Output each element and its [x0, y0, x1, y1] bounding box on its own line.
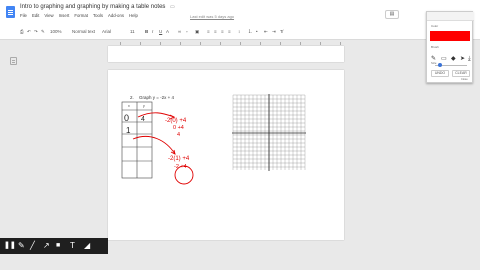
hw-row1-x: 0: [124, 113, 129, 123]
hw-work2-line1: -2(1) +4: [168, 156, 190, 162]
color-swatch-red[interactable]: [430, 31, 470, 41]
text-icon[interactable]: T: [70, 241, 75, 251]
link-icon[interactable]: ∞: [178, 29, 181, 34]
hw-row1-y: 4: [141, 116, 145, 123]
last-edit-link[interactable]: Last edit was 5 days ago: [190, 14, 234, 19]
increase-indent-icon[interactable]: ⇥: [272, 29, 276, 35]
document-title[interactable]: Intro to graphing and graphing by making…: [20, 4, 165, 10]
menu-view[interactable]: View: [44, 13, 53, 21]
annotation-panel-header[interactable]: [427, 12, 474, 21]
paint-format-icon[interactable]: ✎: [41, 29, 45, 35]
formatting-toolbar: ⎙ ↶ ↷ ✎ 100% Normal text Arial 11 B I U …: [0, 26, 480, 38]
pen-icon[interactable]: ✎: [18, 241, 25, 251]
print-icon[interactable]: ⎙: [20, 29, 24, 34]
pause-icon[interactable]: ❚❚: [4, 241, 16, 251]
eraser-tool-icon[interactable]: ◆: [451, 56, 456, 62]
page-drawing: 0 4 1 -2(0) +4 0 +4 4 -2(1) +4 -2 +4: [121, 94, 306, 185]
hw-work1-line1: -2(0) +4: [165, 118, 187, 124]
bold-icon[interactable]: B: [145, 29, 148, 34]
menu-format[interactable]: Format: [74, 13, 88, 21]
redo-icon[interactable]: ↷: [34, 29, 38, 35]
hw-work2-line2: -2 +4: [174, 164, 187, 170]
color-label: Color: [431, 24, 439, 28]
zoom-select[interactable]: 100%: [50, 29, 62, 34]
clear-button[interactable]: CLEAR: [452, 70, 470, 77]
eraser-icon[interactable]: ◢: [84, 241, 90, 251]
font-select[interactable]: Arial: [102, 29, 111, 34]
highlighter-icon[interactable]: ▭: [441, 56, 447, 62]
hw-work1-line3: 4: [177, 132, 180, 138]
menu-tools[interactable]: Tools: [93, 13, 103, 21]
line-icon[interactable]: ╱: [30, 241, 35, 251]
handwritten-work: 0 4 1 -2(0) +4 0 +4 4 -2(1) +4 -2 +4: [124, 113, 190, 170]
annotation-toolbar: ❚❚ ✎ ╱ ↗ ■ T ◢: [0, 238, 108, 254]
underline-icon[interactable]: U: [159, 29, 162, 34]
screen: Intro to graphing and graphing by making…: [0, 0, 480, 270]
previous-page: [108, 46, 344, 62]
hw-work1-line2: 0 +4: [173, 125, 184, 131]
align-justify-icon[interactable]: ≡: [228, 29, 231, 34]
download-icon[interactable]: ⤓: [468, 56, 471, 62]
document-outline-icon[interactable]: [10, 57, 17, 65]
arrow-icon[interactable]: ↗: [43, 241, 50, 251]
menu-bar: File Edit View Insert Format Tools Add-o…: [20, 13, 138, 21]
close-link[interactable]: Close: [461, 78, 468, 81]
hw-row2-x: 1: [126, 126, 131, 135]
undo-button[interactable]: UNDO: [431, 70, 449, 77]
align-left-icon[interactable]: ≡: [207, 29, 210, 34]
image-icon[interactable]: ▣: [195, 29, 199, 35]
camera-icon[interactable]: ■: [56, 241, 60, 251]
grid-axes: [232, 94, 306, 171]
folder-icon[interactable]: ▭: [170, 4, 175, 10]
menu-edit[interactable]: Edit: [32, 13, 39, 21]
text-color-icon[interactable]: A: [166, 29, 169, 34]
font-size-select[interactable]: 11: [130, 29, 135, 34]
brush-label: Brush: [431, 45, 439, 49]
pointer-icon[interactable]: ➤: [460, 56, 465, 62]
align-right-icon[interactable]: ≡: [221, 29, 224, 34]
menu-addons[interactable]: Add-ons: [108, 13, 124, 21]
italic-icon[interactable]: I: [152, 29, 153, 34]
numbered-list-icon[interactable]: ⒈: [248, 29, 253, 35]
undo-icon[interactable]: ↶: [27, 29, 31, 35]
line-spacing-icon[interactable]: ↕: [238, 29, 240, 34]
comments-button[interactable]: ▤: [385, 10, 399, 19]
comment-icon[interactable]: ▫: [186, 29, 188, 34]
size-slider-knob[interactable]: [438, 63, 442, 67]
menu-help[interactable]: Help: [129, 13, 138, 21]
align-center-icon[interactable]: ≡: [214, 29, 217, 34]
style-select[interactable]: Normal text: [72, 29, 95, 34]
star-icon[interactable]: ☆: [161, 4, 165, 10]
document-page[interactable]: 2. Graph y = -2x + 4 x y 0 4 1 -2(0) +4 …: [108, 70, 344, 240]
docs-logo-icon[interactable]: [6, 6, 15, 18]
decrease-indent-icon[interactable]: ⇤: [264, 29, 268, 35]
annotation-panel: Color Brush ✎ ▭ ◆ ➤ ⤓ Size UNDO CLEAR Cl…: [426, 11, 474, 83]
clear-formatting-icon[interactable]: T̸: [280, 29, 283, 34]
menu-file[interactable]: File: [20, 13, 27, 21]
menu-insert[interactable]: Insert: [59, 13, 70, 21]
bulleted-list-icon[interactable]: •: [256, 29, 258, 34]
